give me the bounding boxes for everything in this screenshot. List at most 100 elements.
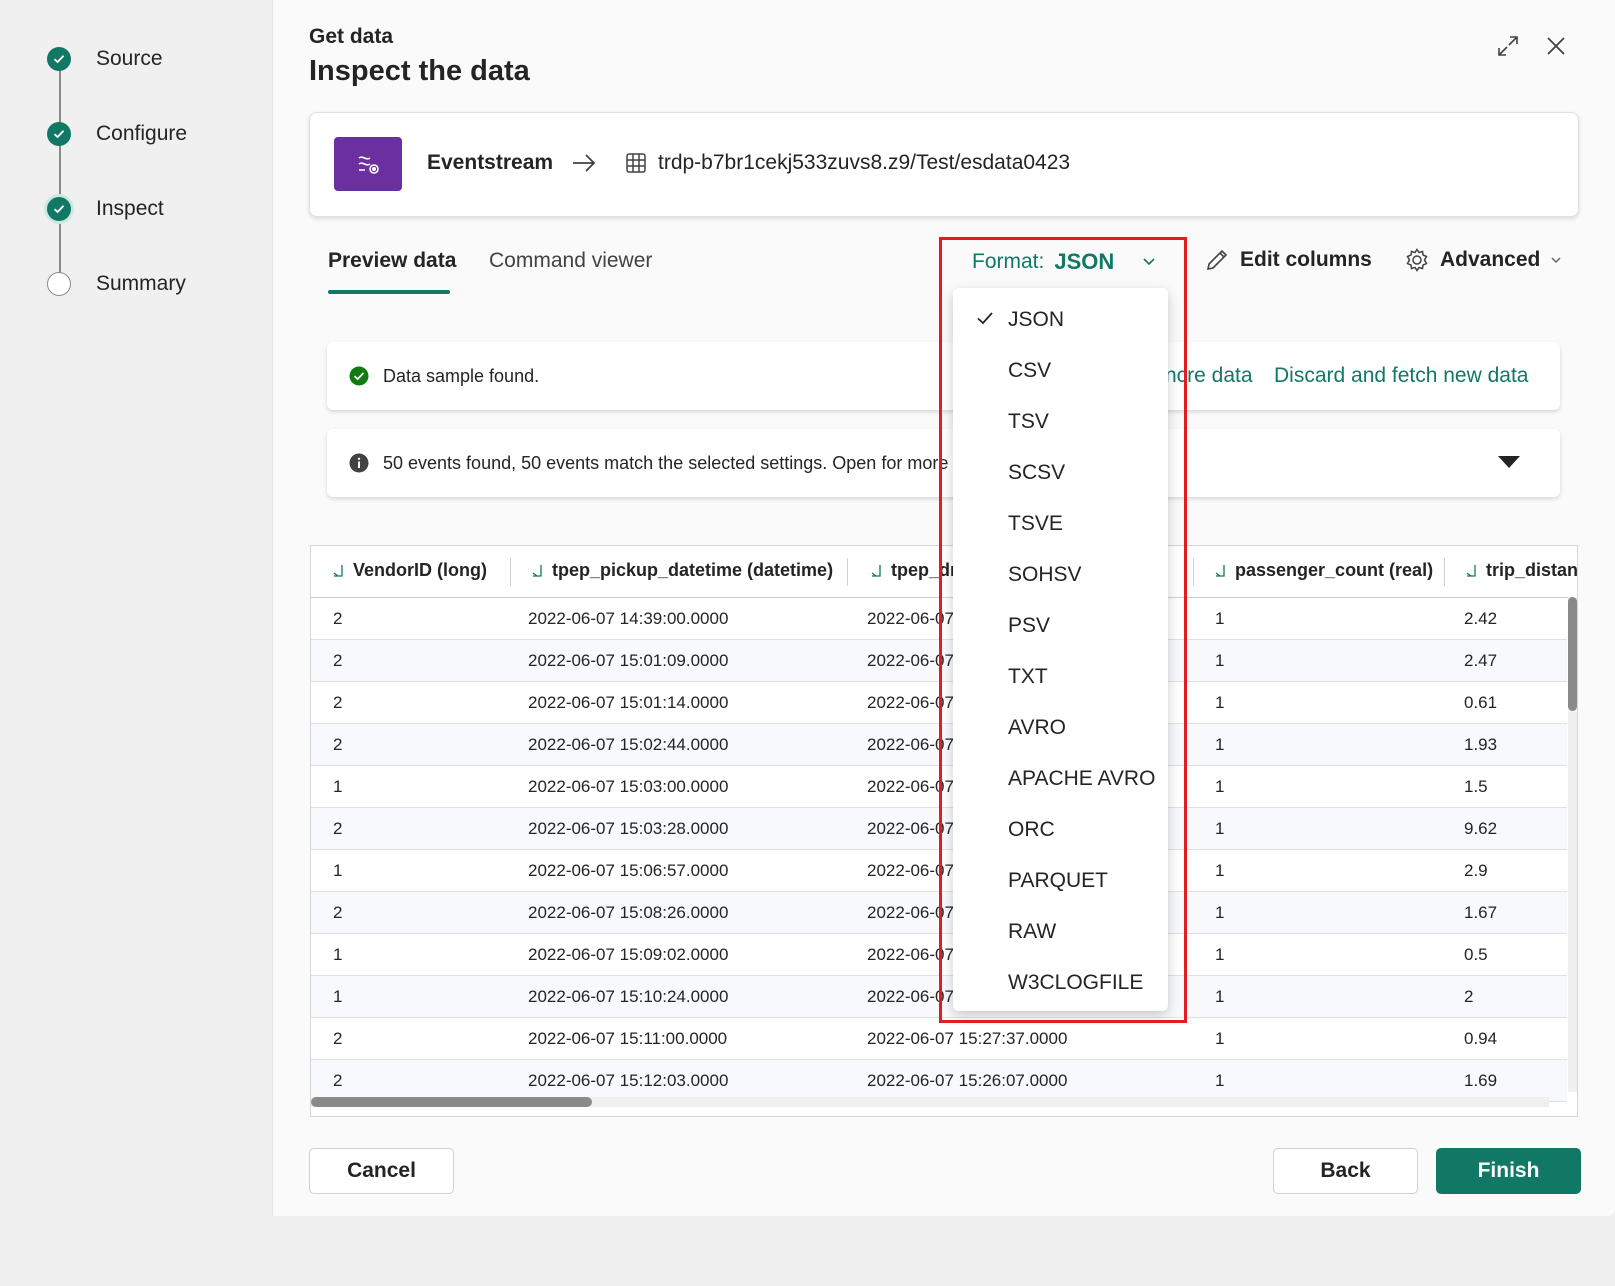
checkmark-icon [47, 197, 71, 221]
source-name: Eventstream [427, 151, 554, 174]
step-summary[interactable]: Summary [47, 270, 186, 298]
sample-found-text: Data sample found. [383, 366, 540, 386]
table-cell: 1 [333, 777, 343, 796]
table-cell: 1 [1215, 651, 1225, 670]
table-cell: 1.67 [1464, 903, 1498, 922]
table-cell: 1.5 [1464, 777, 1488, 796]
cancel-button[interactable]: Cancel [309, 1148, 454, 1194]
tab-command-viewer[interactable]: Command viewer [489, 249, 652, 273]
vertical-scrollbar-thumb[interactable] [1568, 597, 1577, 711]
breadcrumb: Get data [309, 25, 394, 48]
stepper-line [59, 70, 61, 282]
table-cell: 1 [333, 945, 343, 964]
step-source[interactable]: Source [47, 45, 163, 73]
pencil-icon [1206, 249, 1228, 271]
tab-selected-indicator [328, 290, 450, 294]
back-button[interactable]: Back [1273, 1148, 1418, 1194]
caret-down-icon[interactable] [1497, 455, 1521, 474]
wizard-sidebar: Source Configure Inspect Summary [0, 0, 273, 1216]
table-cell: 1 [1215, 693, 1225, 712]
table-cell: 0.94 [1464, 1029, 1498, 1048]
table-cell: 2.47 [1464, 651, 1498, 670]
discard-fetch-new-link[interactable]: Discard and fetch new data [1274, 364, 1528, 388]
expand-icon[interactable] [1494, 32, 1522, 60]
table-cell: 1.69 [1464, 1071, 1498, 1090]
table-cell: 2 [333, 651, 343, 670]
table-cell: 1 [1215, 819, 1225, 838]
table-row: 2 2022-06-07 15:12:03.0000 2022-06-07 15:2… [311, 1060, 1567, 1102]
table-cell: 0.61 [1464, 693, 1498, 712]
table-cell: 2022-06-07 15:03:00.0000 [528, 777, 729, 796]
column-divider[interactable] [1193, 558, 1194, 586]
column-divider[interactable] [847, 558, 848, 586]
horizontal-scrollbar-thumb[interactable] [311, 1097, 592, 1107]
table-cell: 2022-06-07 15:12:03.0000 [528, 1071, 729, 1090]
table-cell: 2022-06-07 15:02:44.0000 [528, 735, 729, 754]
table-cell: 2 [333, 1029, 343, 1048]
column-type-icon [1215, 564, 1225, 577]
finish-button[interactable]: Finish [1436, 1148, 1581, 1194]
table-cell: 1 [1215, 945, 1225, 964]
table-cell: 1 [1215, 777, 1225, 796]
source-destination-card: Eventstream trdp-b7br1cekj533zuvs8.z9/Te… [309, 112, 1579, 217]
table-cell: 2.9 [1464, 861, 1488, 880]
tab-preview-data[interactable]: Preview data [328, 249, 456, 273]
table-cell: 0.5 [1464, 945, 1488, 964]
table-cell: 1 [1215, 609, 1225, 628]
column-header-pickup-datetime[interactable]: tpep_pickup_datetime (datetime) [532, 560, 833, 581]
table-cell: 1 [333, 987, 343, 1006]
table-cell: 2022-06-07 15:09:02.0000 [528, 945, 729, 964]
table-cell: 2022-06-07 15:27:37.0000 [867, 1029, 1068, 1048]
column-header-vendorid[interactable]: VendorID (long) [333, 560, 487, 581]
table-cell: 2 [333, 735, 343, 754]
column-type-icon [1466, 564, 1476, 577]
table-cell: 1 [333, 861, 343, 880]
step-label: Source [96, 47, 163, 70]
table-cell: 2022-06-07 15:08:26.0000 [528, 903, 729, 922]
edit-columns-button[interactable]: Edit columns [1204, 247, 1372, 273]
table-cell: 2022-06-07 15:10:24.0000 [528, 987, 729, 1006]
events-info-text: 50 events found, 50 events match the sel… [383, 453, 964, 473]
column-header-trip-distance[interactable]: trip_distanc [1466, 560, 1577, 581]
arrow-right-icon [570, 149, 598, 182]
step-label: Configure [96, 122, 188, 145]
checkmark-icon [47, 47, 71, 71]
advanced-button[interactable]: Advanced [1404, 247, 1562, 273]
get-data-dialog: Source Configure Inspect Summary Get dat… [0, 0, 1615, 1216]
table-cell: 2022-06-07 15:06:57.0000 [528, 861, 729, 880]
column-type-icon [333, 564, 343, 577]
table-cell: 1 [1215, 903, 1225, 922]
table-cell: 1 [1215, 1029, 1225, 1048]
empty-circle-icon [47, 272, 71, 296]
step-configure[interactable]: Configure [47, 120, 187, 148]
table-cell: 2.42 [1464, 609, 1498, 628]
destination-path: trdp-b7br1cekj533zuvs8.z9/Test/esdata042… [658, 151, 1071, 174]
chevron-down-icon [1551, 257, 1561, 263]
column-type-icon [871, 564, 881, 577]
close-icon[interactable] [1542, 32, 1570, 60]
table-cell: 2022-06-07 15:03:28.0000 [528, 819, 729, 838]
table-cell: 2022-06-07 15:26:07.0000 [867, 1071, 1068, 1090]
step-label: Summary [96, 272, 186, 295]
gear-icon [1406, 248, 1428, 272]
column-divider[interactable] [1444, 558, 1445, 586]
table-cell: 1 [1215, 735, 1225, 754]
table-cell: 9.62 [1464, 819, 1498, 838]
eventstream-icon [334, 137, 402, 191]
table-cell: 2022-06-07 15:01:14.0000 [528, 693, 729, 712]
table-cell: 2 [333, 819, 343, 838]
table-cell: 2022-06-07 15:01:09.0000 [528, 651, 729, 670]
edit-columns-label: Edit columns [1240, 248, 1372, 271]
table-cell: 2 [333, 609, 343, 628]
advanced-label: Advanced [1440, 248, 1541, 271]
table-cell: 1 [1215, 1071, 1225, 1090]
table-cell: 1 [1215, 987, 1225, 1006]
table-cell: 2022-06-07 15:11:00.0000 [528, 1029, 728, 1048]
step-inspect[interactable]: Inspect [47, 195, 164, 223]
table-cell: 1 [1215, 861, 1225, 880]
table-cell: 1.93 [1464, 735, 1498, 754]
column-divider[interactable] [510, 558, 511, 586]
column-header-passenger-count[interactable]: passenger_count (real) [1215, 560, 1433, 581]
info-icon [349, 453, 369, 478]
table-cell: 2 [333, 903, 343, 922]
